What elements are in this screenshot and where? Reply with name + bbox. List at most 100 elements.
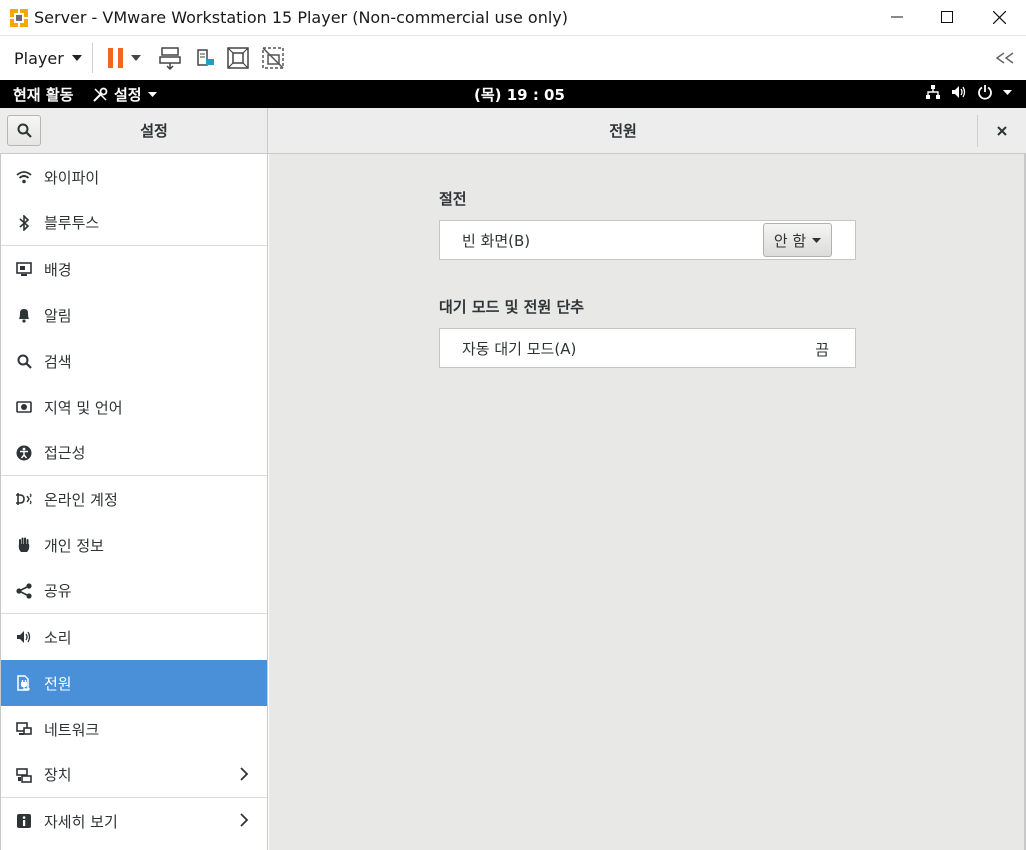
send-ctrl-alt-del-button[interactable] (155, 42, 185, 74)
region-icon (15, 398, 33, 416)
sidebar-item-label: 소리 (44, 628, 72, 647)
sidebar-item-sound[interactable]: 소리 (1, 614, 267, 660)
bluetooth-icon (15, 214, 33, 232)
auto-suspend-row[interactable]: 자동 대기 모드(A) 끔 (439, 328, 856, 368)
auto-suspend-value: 끔 (815, 341, 829, 359)
activities-button[interactable]: 현재 활동 (13, 84, 73, 105)
sidebar-item-label: 공유 (44, 582, 72, 600)
chevron-right-icon (240, 813, 249, 827)
double-chevron-left-icon (995, 52, 1014, 64)
vmware-toolbar: Player (0, 36, 1026, 80)
sidebar-item-label: 개인 정보 (44, 536, 104, 555)
player-menu-label: Player (14, 48, 64, 68)
sidebar-item-devices[interactable]: 장치 (1, 752, 267, 798)
app-menu-label: 설정 (114, 86, 142, 104)
app-menu-button[interactable]: 설정 (92, 84, 157, 105)
dropdown-arrow-icon (131, 55, 141, 61)
power-icon (978, 85, 992, 100)
sidebar-item-label: 네트워크 (44, 720, 100, 739)
info-icon (15, 812, 33, 830)
window-title: Server - VMware Workstation 15 Player (N… (34, 8, 569, 27)
search-button[interactable] (7, 115, 41, 146)
dropdown-arrow-icon (147, 92, 157, 97)
full-screen-icon (227, 47, 249, 69)
panel-title: 전원 (609, 122, 637, 140)
sidebar-item-network[interactable]: 네트워크 (1, 706, 267, 752)
power-panel: 절전 빈 화면(B) 안 함 대기 모드 및 전원 단추 자동 대기 모드(A)… (269, 154, 1024, 850)
sidebar-item-background[interactable]: 배경 (1, 246, 267, 292)
wifi-icon (15, 168, 33, 186)
blank-screen-value: 안 함 (773, 231, 807, 250)
sidebar-item-label: 배경 (44, 260, 72, 279)
minimize-icon (891, 16, 903, 18)
unity-icon (262, 47, 284, 69)
dropdown-arrow-icon (71, 55, 82, 61)
sidebar-item-label: 자세히 보기 (44, 812, 118, 831)
sidebar-item-label: 접근성 (44, 444, 86, 462)
devices-icon (15, 766, 33, 784)
privacy-hand-icon (15, 536, 33, 554)
bell-icon (15, 306, 33, 324)
sidebar-item-details[interactable]: 자세히 보기 (1, 798, 267, 844)
close-icon (997, 125, 1007, 136)
maximize-button[interactable] (922, 0, 972, 34)
maximize-icon (941, 11, 953, 23)
close-window-button[interactable] (974, 0, 1024, 34)
tools-icon (93, 87, 108, 102)
removable-devices-button[interactable] (190, 42, 220, 74)
search-icon (17, 123, 32, 138)
sidebar-item-label: 장치 (44, 766, 72, 784)
sidebar-item-label: 온라인 계정 (44, 490, 118, 509)
full-screen-button[interactable] (223, 42, 253, 74)
speaker-icon (15, 628, 33, 646)
unity-button[interactable] (258, 42, 288, 74)
accessibility-icon (15, 444, 33, 462)
sidebar-item-accessibility[interactable]: 접근성 (1, 430, 267, 476)
dropdown-arrow-icon (812, 237, 822, 243)
sidebar-item-notifications[interactable]: 알림 (1, 292, 267, 338)
blank-screen-label: 빈 화면(B) (462, 231, 531, 250)
sidebar-item-power[interactable]: 전원 (1, 660, 267, 706)
sidebar-item-label: 블루투스 (44, 214, 100, 232)
close-settings-button[interactable] (978, 108, 1026, 153)
blank-screen-dropdown[interactable]: 안 함 (763, 223, 832, 257)
sidebar-item-sharing[interactable]: 공유 (1, 568, 267, 614)
background-icon (15, 260, 33, 278)
player-menu-button[interactable]: Player (8, 44, 88, 72)
minimize-button[interactable] (872, 0, 922, 34)
system-menu-button[interactable] (925, 84, 1012, 100)
window-titlebar: Server - VMware Workstation 15 Player (N… (0, 0, 1026, 36)
volume-icon (952, 86, 966, 98)
gnome-top-bar: 현재 활동 설정 (목) 19 : 05 (0, 80, 1026, 108)
sidebar-item-label: 지역 및 언어 (44, 398, 123, 417)
sidebar-item-privacy[interactable]: 개인 정보 (1, 522, 267, 568)
blank-screen-row: 빈 화면(B) 안 함 (439, 220, 856, 260)
sidebar-item-label: 검색 (44, 352, 72, 371)
send-keys-icon (159, 47, 181, 70)
sidebar-item-search[interactable]: 검색 (1, 338, 267, 384)
usb-device-icon (197, 49, 214, 66)
sidebar-item-label: 와이파이 (44, 168, 100, 187)
collapse-toolbar-button[interactable] (990, 42, 1020, 74)
sidebar-item-label: 알림 (44, 306, 72, 325)
auto-suspend-label: 자동 대기 모드(A) (462, 339, 577, 358)
clock-button[interactable]: (목) 19 : 05 (474, 84, 565, 105)
sidebar-title: 설정 (140, 122, 168, 140)
share-icon (15, 582, 33, 600)
pause-icon (108, 48, 123, 68)
sidebar-item-region[interactable]: 지역 및 언어 (1, 384, 267, 430)
network-wired-icon (926, 85, 940, 99)
settings-header-bar: 설정 전원 (0, 108, 1026, 154)
network-icon (15, 720, 33, 738)
power-plug-icon (15, 674, 33, 692)
search-icon (15, 352, 33, 370)
sidebar-item-online-accounts[interactable]: 온라인 계정 (1, 476, 267, 522)
settings-sidebar: 와이파이 블루투스 배경 알림 검색 지역 및 언어 접근성 온라인 계정 개인… (0, 154, 268, 850)
section-title-power-saving: 절전 (439, 190, 467, 208)
sidebar-header: 설정 (0, 108, 268, 153)
sidebar-item-wifi[interactable]: 와이파이 (1, 154, 267, 200)
chevron-right-icon (240, 767, 249, 781)
sidebar-item-bluetooth[interactable]: 블루투스 (1, 200, 267, 246)
sidebar-item-label: 전원 (44, 674, 72, 693)
pause-dropdown-button[interactable] (126, 42, 146, 74)
